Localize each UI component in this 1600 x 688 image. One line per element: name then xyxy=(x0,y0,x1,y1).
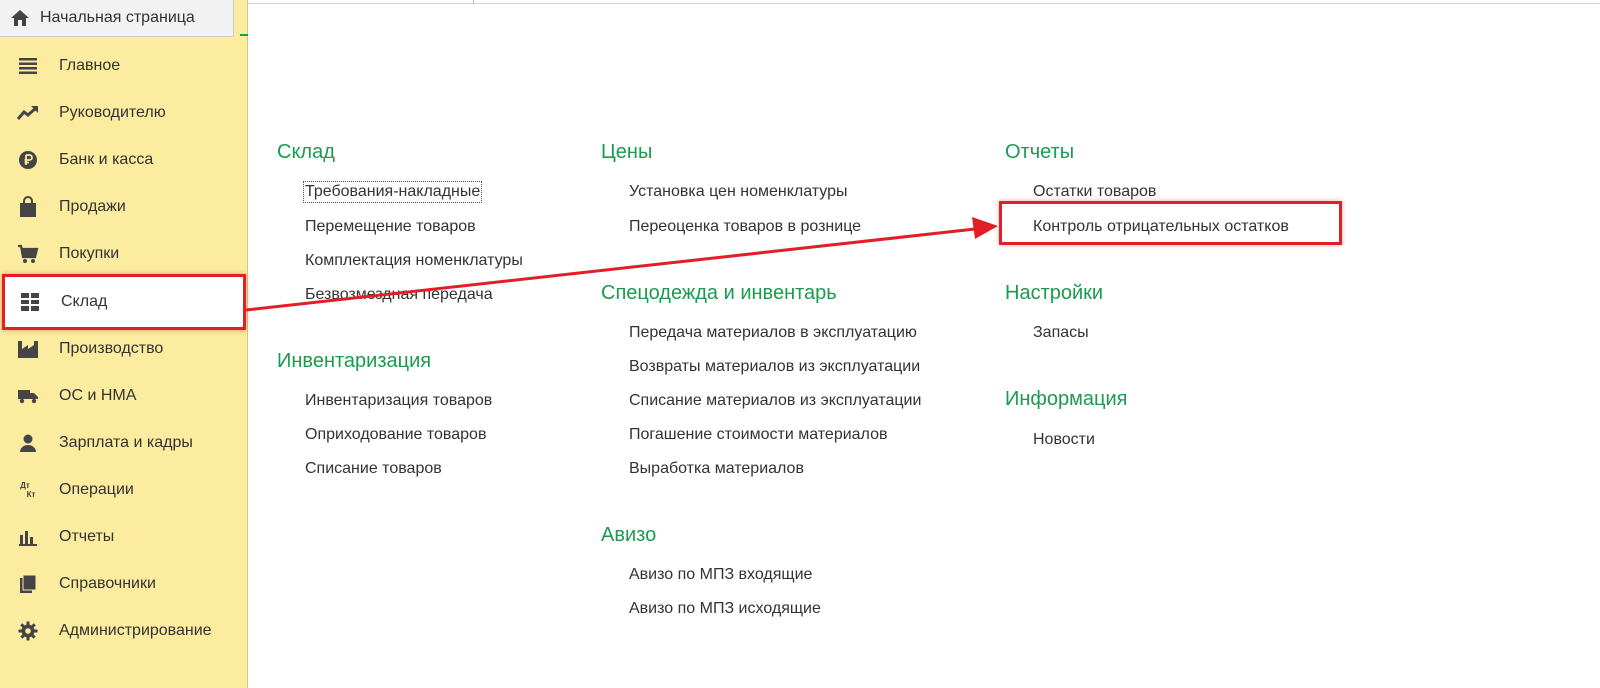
sidebar-item-label: Зарплата и кадры xyxy=(59,434,193,451)
link-goods-transfer[interactable]: Перемещение товаров xyxy=(305,218,476,236)
sidebar-item-label: Справочники xyxy=(59,575,156,592)
home-tab-label: Начальная страница xyxy=(40,9,195,26)
sidebar-item-warehouse[interactable]: Склад xyxy=(2,274,246,330)
debit-label: Дт xyxy=(20,481,30,490)
sidebar-item-production[interactable]: Производство xyxy=(0,327,247,371)
section-title-inventory: Инвентаризация xyxy=(277,350,432,372)
sidebar-item-label: Отчеты xyxy=(59,528,115,545)
link-avizo-outgoing[interactable]: Авизо по МПЗ исходящие xyxy=(629,600,821,618)
sidebar-item-manager[interactable]: Руководителю xyxy=(0,91,247,135)
sidebar-item-label: Банк и касса xyxy=(59,151,154,168)
section-title-settings: Настройки xyxy=(1005,282,1104,304)
sidebar-item-sales[interactable]: Продажи xyxy=(0,185,247,229)
menu-lines-icon xyxy=(17,55,39,77)
sidebar-item-label: ОС и НМА xyxy=(59,387,137,404)
link-materials-output[interactable]: Выработка материалов xyxy=(629,460,804,478)
sidebar-item-administration[interactable]: Администрирование xyxy=(0,609,247,653)
sidebar: Начальная страница Главное Руководителю … xyxy=(0,0,248,688)
sidebar-item-operations[interactable]: Дт Кт Операции xyxy=(0,468,247,512)
link-assembly[interactable]: Комплектация номенклатуры xyxy=(305,252,523,270)
link-gratuitous-transfer[interactable]: Безвозмездная передача xyxy=(305,286,493,304)
link-goods-balances[interactable]: Остатки товаров xyxy=(1033,183,1156,201)
shopping-bag-icon xyxy=(17,196,39,218)
link-goods-inventory[interactable]: Инвентаризация товаров xyxy=(305,392,492,410)
link-news[interactable]: Новости xyxy=(1033,431,1095,449)
ruble-coin-icon xyxy=(17,149,39,171)
sidebar-item-label: Склад xyxy=(61,293,108,310)
sidebar-item-fixed-assets[interactable]: ОС и НМА xyxy=(0,374,247,418)
link-requirements-invoices[interactable]: Требования-накладные xyxy=(302,181,483,203)
section-title-sklad: Склад xyxy=(277,141,335,163)
link-materials-cost-repayment[interactable]: Погашение стоимости материалов xyxy=(629,426,887,444)
cart-icon xyxy=(17,243,39,265)
bar-chart-icon xyxy=(17,526,39,548)
sidebar-item-purchases[interactable]: Покупки xyxy=(0,232,247,276)
section-title-information: Информация xyxy=(1005,388,1128,410)
annotation-highlight-box xyxy=(999,201,1342,245)
sidebar-item-payroll[interactable]: Зарплата и кадры xyxy=(0,421,247,465)
sidebar-item-label: Главное xyxy=(59,57,121,74)
debit-credit-icon: Дт Кт xyxy=(17,479,39,501)
active-tab-indicator xyxy=(240,34,248,36)
books-icon xyxy=(17,573,39,595)
tab-separator xyxy=(473,0,474,4)
link-stocks[interactable]: Запасы xyxy=(1033,324,1089,342)
sidebar-item-reports[interactable]: Отчеты xyxy=(0,515,247,559)
link-materials-to-operation[interactable]: Передача материалов в эксплуатацию xyxy=(629,324,917,342)
sidebar-item-bank[interactable]: Банк и касса xyxy=(0,138,247,182)
section-title-workwear: Спецодежда и инвентарь xyxy=(601,282,837,304)
link-set-prices[interactable]: Установка цен номенклатуры xyxy=(629,183,848,201)
home-icon xyxy=(10,8,30,28)
sidebar-item-main[interactable]: Главное xyxy=(0,44,247,88)
section-title-prices: Цены xyxy=(601,141,653,163)
person-icon xyxy=(17,432,39,454)
sidebar-item-label: Производство xyxy=(59,340,164,357)
warehouse-grid-icon xyxy=(19,291,41,313)
link-materials-writeoff[interactable]: Списание материалов из эксплуатации xyxy=(629,392,921,410)
section-title-reports: Отчеты xyxy=(1005,141,1075,163)
home-tab[interactable]: Начальная страница xyxy=(0,0,234,37)
link-goods-posting[interactable]: Оприходование товаров xyxy=(305,426,486,444)
sidebar-item-label: Операции xyxy=(59,481,134,498)
link-retail-revaluation[interactable]: Переоценка товаров в рознице xyxy=(629,218,861,236)
factory-icon xyxy=(17,338,39,360)
sidebar-item-label: Руководителю xyxy=(59,104,166,121)
sidebar-item-label: Продажи xyxy=(59,198,126,215)
section-title-avizo: Авизо xyxy=(601,524,657,546)
sidebar-item-label: Администрирование xyxy=(59,622,212,639)
credit-label: Кт xyxy=(26,490,36,499)
link-avizo-incoming[interactable]: Авизо по МПЗ входящие xyxy=(629,566,812,584)
sidebar-item-label: Покупки xyxy=(59,245,120,262)
link-goods-writeoff[interactable]: Списание товаров xyxy=(305,460,442,478)
trend-up-icon xyxy=(17,102,39,124)
truck-icon xyxy=(17,385,39,407)
gear-icon xyxy=(17,620,39,642)
link-materials-returns[interactable]: Возвраты материалов из эксплуатации xyxy=(629,358,920,376)
tab-bar xyxy=(247,0,1600,4)
sidebar-item-references[interactable]: Справочники xyxy=(0,562,247,606)
